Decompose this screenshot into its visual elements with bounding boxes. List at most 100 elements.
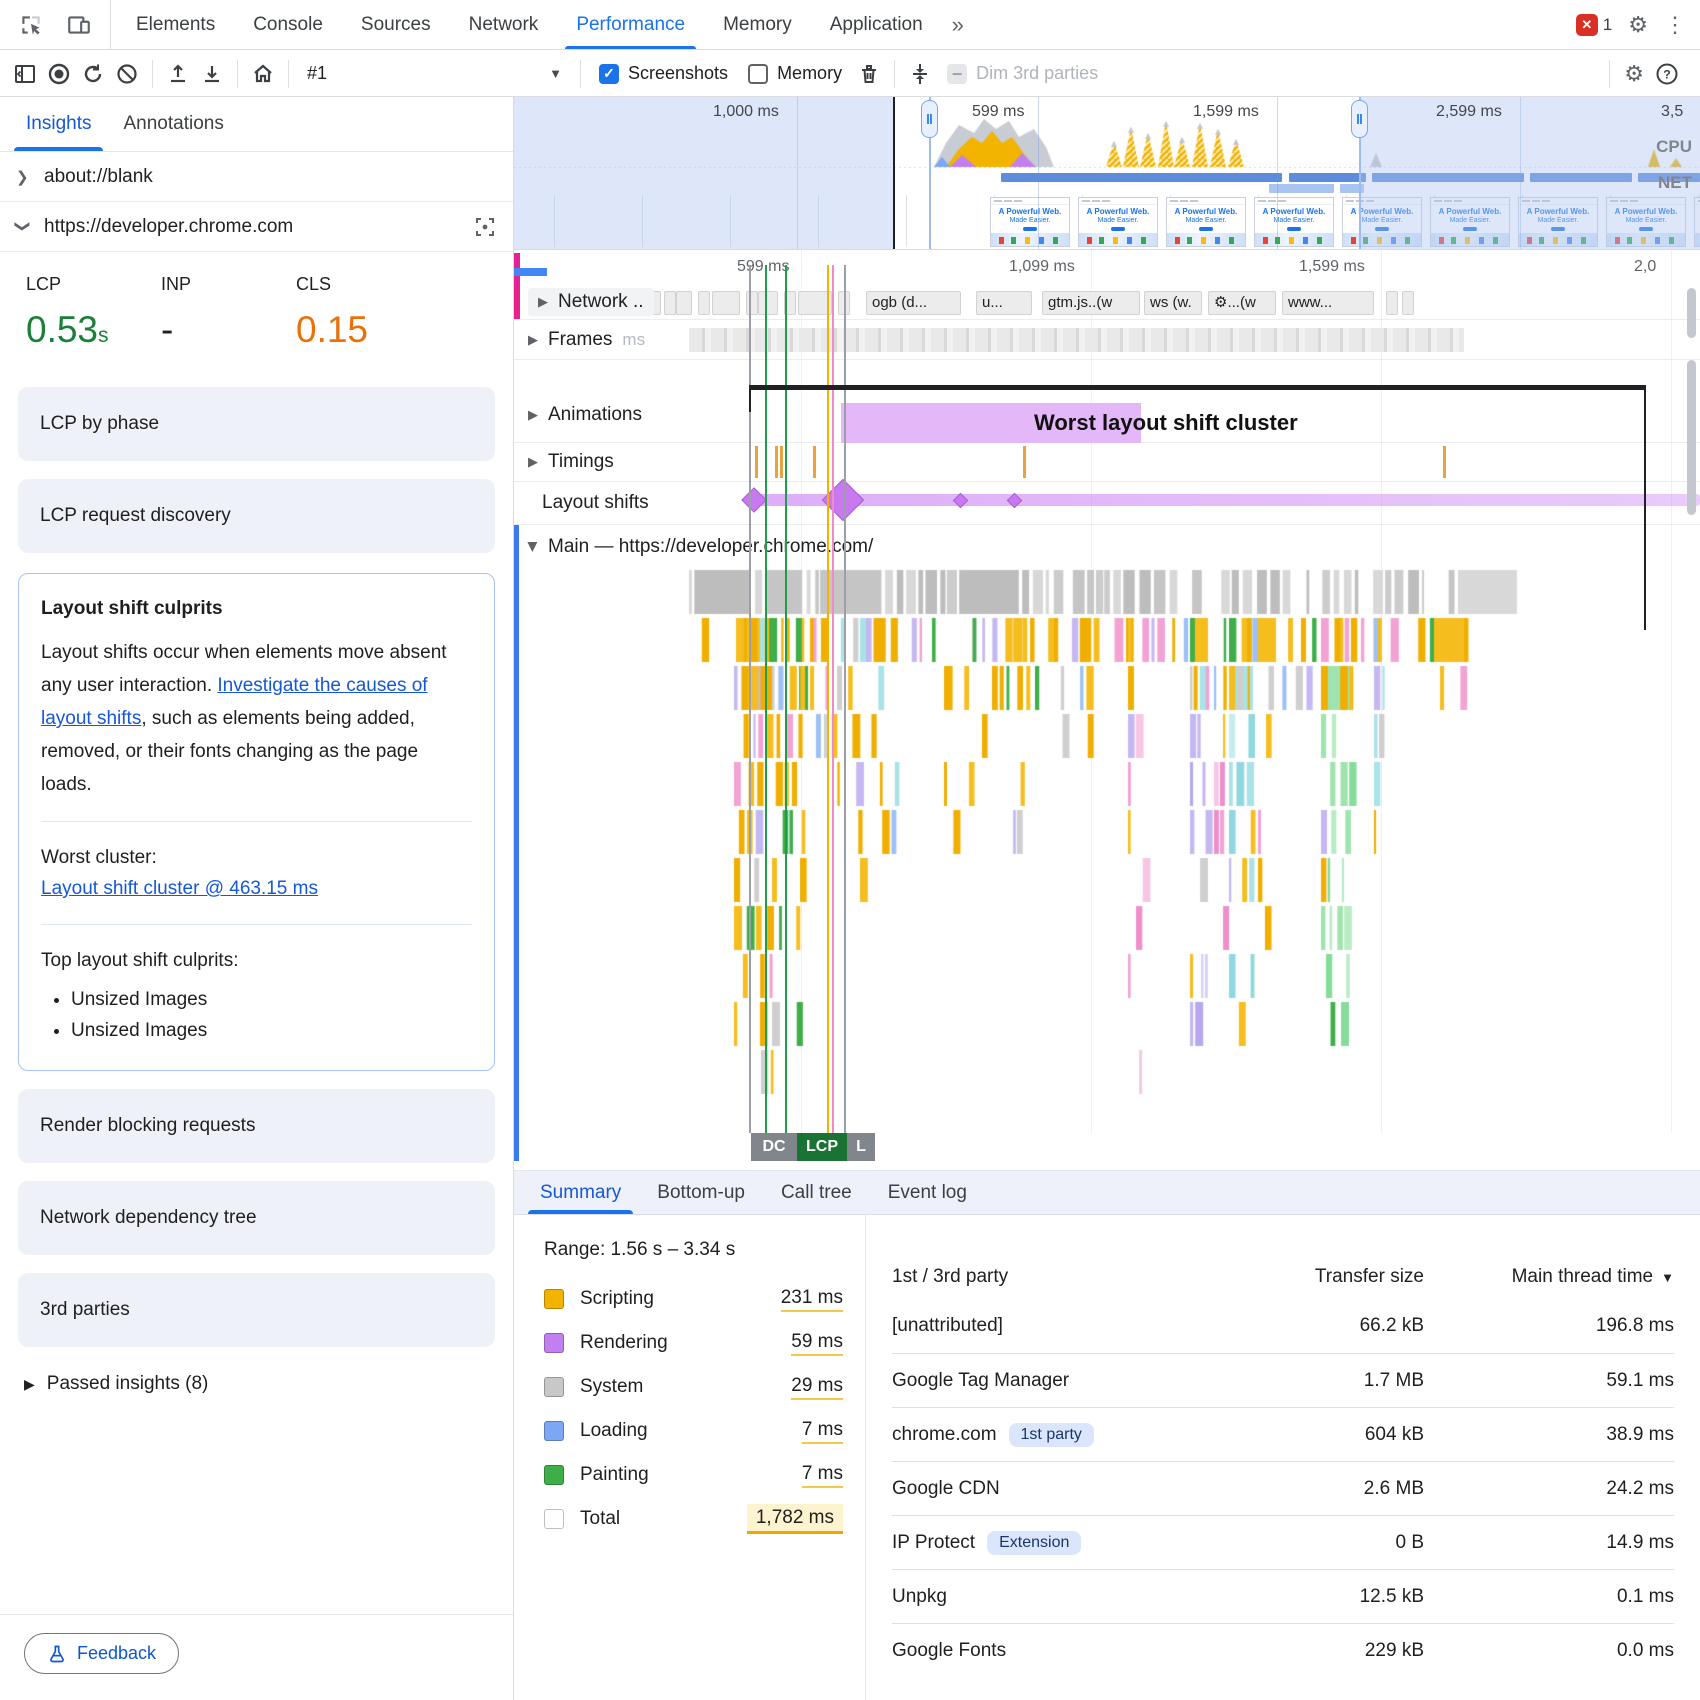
screenshots-checkbox[interactable]: ✓Screenshots xyxy=(599,63,728,84)
dock-side-icon[interactable] xyxy=(8,57,42,91)
filmstrip-screenshot[interactable]: A Powerful Web.Made Easier. xyxy=(1254,197,1334,247)
tab-performance[interactable]: Performance xyxy=(557,0,704,49)
memory-checkbox[interactable]: Memory xyxy=(748,63,842,84)
column-header-main-thread-time[interactable]: Main thread time▼ xyxy=(1424,1266,1674,1288)
record-icon[interactable] xyxy=(42,57,76,91)
tab-memory[interactable]: Memory xyxy=(704,0,811,49)
table-row[interactable]: IP ProtectExtension0 B14.9 ms xyxy=(892,1515,1674,1569)
filmstrip-screenshot[interactable]: A Powerful Web.Made Easier. xyxy=(1078,197,1158,247)
timings-track-label[interactable]: ▶Timings xyxy=(528,451,614,473)
worst-cluster-link[interactable]: Layout shift cluster @ 463.15 ms xyxy=(41,878,318,899)
insight-card-network-dependency-tree[interactable]: Network dependency tree xyxy=(18,1181,495,1255)
table-row[interactable]: chrome.com1st party604 kB38.9 ms xyxy=(892,1407,1674,1461)
network-request-chip[interactable]: ogb (d... xyxy=(866,291,961,315)
main-track-label[interactable]: ▶Main — https://developer.chrome.com/ xyxy=(528,536,873,558)
column-header-party[interactable]: 1st / 3rd party xyxy=(892,1266,1214,1288)
insights-sidebar: InsightsAnnotations ❯ about://blank ❯ ht… xyxy=(0,97,514,1700)
settings-gear-icon[interactable]: ⚙ xyxy=(1628,14,1648,36)
help-icon[interactable]: ? xyxy=(1650,57,1684,91)
detail-ruler-label: 1,599 ms xyxy=(1299,258,1365,276)
passed-insights-toggle[interactable]: ▶ Passed insights (8) xyxy=(0,1347,513,1421)
frames-track-label[interactable]: ▶Framesms xyxy=(528,329,645,351)
card-title: Layout shift culprits xyxy=(41,598,472,620)
network-request-bar[interactable] xyxy=(676,291,692,315)
scrollbar-thumb[interactable] xyxy=(1687,360,1696,515)
live-metrics-home-icon[interactable] xyxy=(246,57,280,91)
network-request-chip[interactable]: www... xyxy=(1282,291,1374,315)
insight-card-lcp-by-phase[interactable]: LCP by phase xyxy=(18,387,495,461)
kebab-menu-icon[interactable]: ⋮ xyxy=(1664,14,1686,36)
load-profile-icon[interactable] xyxy=(161,57,195,91)
tab-sources[interactable]: Sources xyxy=(342,0,450,49)
capture-settings-gear-icon[interactable]: ⚙ xyxy=(1624,63,1644,85)
nav-about-blank[interactable]: ❯ about://blank xyxy=(0,152,513,202)
network-request-chip[interactable]: u... xyxy=(976,291,1032,315)
more-tabs-icon[interactable]: » xyxy=(942,0,972,49)
layout-shift-culprits-card[interactable]: Layout shift culprits Layout shifts occu… xyxy=(18,573,495,1071)
sidebar-tab-annotations[interactable]: Annotations xyxy=(111,97,235,151)
table-row[interactable]: Unpkg12.5 kB0.1 ms xyxy=(892,1569,1674,1623)
dim-3rd-parties-checkbox[interactable]: –Dim 3rd parties xyxy=(947,63,1098,84)
network-track-label[interactable]: ▶Network .. xyxy=(528,288,654,316)
table-row[interactable]: Google Tag Manager1.7 MB59.1 ms xyxy=(892,1353,1674,1407)
insight-card-lcp-request-discovery[interactable]: LCP request discovery xyxy=(18,479,495,553)
tab-network[interactable]: Network xyxy=(450,0,558,49)
page-event-marker-line xyxy=(785,265,787,1133)
tab-application[interactable]: Application xyxy=(811,0,942,49)
marker-chip-dc[interactable]: DC xyxy=(751,1133,797,1161)
filmstrip-screenshot[interactable]: A Powerful Web.Made Easier. xyxy=(990,197,1070,247)
marker-chip-l[interactable]: L xyxy=(847,1133,875,1161)
panel-tab-bottom-up[interactable]: Bottom-up xyxy=(639,1171,763,1214)
tab-console[interactable]: Console xyxy=(234,0,342,49)
overview-ruler-label: 599 ms xyxy=(972,103,1024,121)
tab-elements[interactable]: Elements xyxy=(117,0,234,49)
main-thread-flame-chart[interactable] xyxy=(514,568,1700,1130)
network-request-bar[interactable] xyxy=(758,291,778,315)
timings-track[interactable]: ▶Timings xyxy=(514,443,1700,482)
panel-tab-call-tree[interactable]: Call tree xyxy=(763,1171,870,1214)
network-request-chip[interactable]: ⚙...(w xyxy=(1208,291,1276,315)
legend-value: 7 ms xyxy=(802,1463,843,1488)
network-request-bar[interactable] xyxy=(1402,291,1414,315)
network-request-bar[interactable] xyxy=(1386,291,1398,315)
thumb-chrome xyxy=(1167,198,1245,205)
overview-left-handle[interactable]: ‖ xyxy=(921,100,938,138)
sidebar-tab-insights[interactable]: Insights xyxy=(14,97,103,151)
save-profile-icon[interactable] xyxy=(195,57,229,91)
panel-tab-summary[interactable]: Summary xyxy=(522,1171,639,1214)
animations-track-label[interactable]: ▶Animations xyxy=(528,404,642,426)
network-request-bar[interactable] xyxy=(746,291,758,315)
marker-chip-lcp[interactable]: LCP xyxy=(797,1133,847,1161)
timeline-overview[interactable]: A Powerful Web.Made Easier.A Powerful We… xyxy=(514,97,1700,250)
panel-tab-event-log[interactable]: Event log xyxy=(870,1171,985,1214)
feedback-button[interactable]: Feedback xyxy=(24,1633,179,1674)
overview-right-handle[interactable]: ‖ xyxy=(1351,100,1368,138)
inspect-element-icon[interactable] xyxy=(14,8,48,42)
reload-record-icon[interactable] xyxy=(76,57,110,91)
network-request-bar[interactable] xyxy=(698,291,710,315)
main-thread-track-header[interactable]: ▶Main — https://developer.chrome.com/ xyxy=(514,525,1700,568)
insight-card-render-blocking-requests[interactable]: Render blocking requests xyxy=(18,1089,495,1163)
network-request-bar[interactable] xyxy=(664,291,676,315)
nav-developer-chrome[interactable]: ❯ https://developer.chrome.com xyxy=(0,202,513,252)
clear-icon[interactable] xyxy=(110,57,144,91)
capture-screenshot-icon[interactable] xyxy=(473,215,497,239)
table-row[interactable]: Google Fonts229 kB0.0 ms xyxy=(892,1623,1674,1677)
network-request-bar[interactable] xyxy=(712,291,740,315)
garbage-collect-icon[interactable] xyxy=(852,57,886,91)
device-toolbar-icon[interactable] xyxy=(62,8,96,42)
collapse-tracks-icon[interactable] xyxy=(903,57,937,91)
overview-gridline xyxy=(1277,97,1278,249)
network-request-chip[interactable]: gtm.js..(w xyxy=(1042,291,1140,315)
history-select[interactable]: #1▼ xyxy=(297,63,572,84)
scrollbar-thumb[interactable] xyxy=(1687,288,1696,338)
filmstrip-screenshot[interactable]: A Powerful Web.Made Easier. xyxy=(1166,197,1246,247)
table-row[interactable]: Google CDN2.6 MB24.2 ms xyxy=(892,1461,1674,1515)
network-request-chip[interactable]: ws (w. xyxy=(1144,291,1202,315)
layout-shifts-track-label[interactable]: Layout shifts xyxy=(528,492,649,514)
table-row[interactable]: [unattributed]66.2 kB196.8 ms xyxy=(892,1299,1674,1353)
timeline-detail[interactable]: 599 ms1,099 ms1,599 ms2,0 ▶Network .. og… xyxy=(514,250,1700,1170)
column-header-transfer-size[interactable]: Transfer size xyxy=(1214,1266,1424,1288)
insight-card-3rd-parties[interactable]: 3rd parties xyxy=(18,1273,495,1347)
error-badge[interactable]: ✕1 xyxy=(1576,14,1612,36)
